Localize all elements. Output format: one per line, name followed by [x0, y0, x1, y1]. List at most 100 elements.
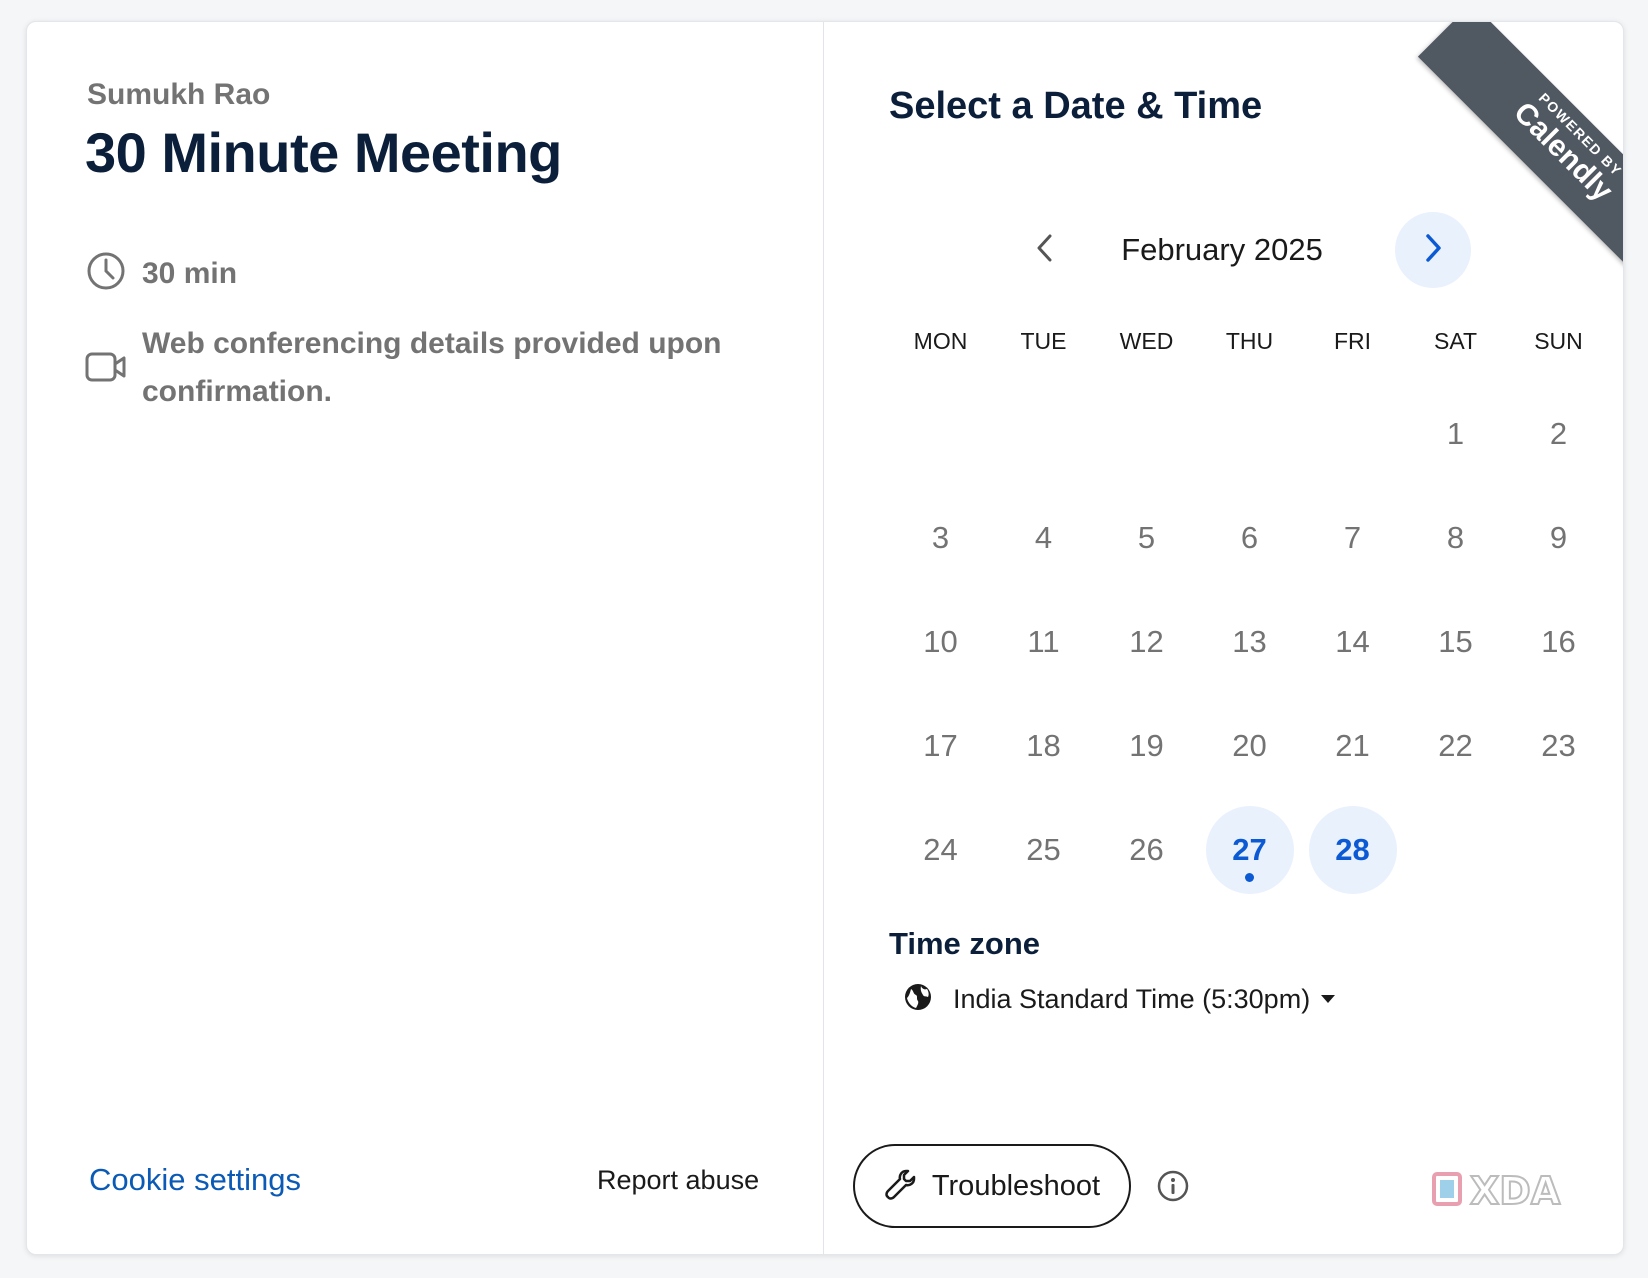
calendar-day: 3 — [889, 486, 992, 590]
calendar-day: 9 — [1507, 486, 1610, 590]
calendar-day-number: 17 — [923, 728, 958, 763]
calendar-empty-cell — [992, 382, 1095, 486]
calendar-day-number: 6 — [1240, 520, 1259, 555]
watermark-text: XDA — [1470, 1169, 1561, 1212]
cookie-settings-link[interactable]: Cookie settings — [89, 1162, 301, 1198]
calendar-day-number: 3 — [931, 520, 950, 555]
timezone-select[interactable]: India Standard Time (5:30pm) — [903, 982, 1336, 1017]
clock-icon — [85, 250, 127, 292]
calendar-day: 19 — [1095, 694, 1198, 798]
video-camera-icon — [85, 346, 127, 388]
weekday-label: FRI — [1333, 328, 1372, 354]
timezone-label: Time zone — [889, 926, 1041, 961]
calendar-day-number: 22 — [1438, 728, 1473, 763]
weekday-header: MON TUE WED THU FRI SAT SUN — [889, 328, 1610, 355]
weekday-label: SAT — [1433, 328, 1478, 354]
info-icon[interactable] — [1157, 1170, 1189, 1207]
calendar-empty-cell — [1301, 382, 1404, 486]
calendar-day: 24 — [889, 798, 992, 902]
calendar-grid: 1 2 3 4 5 6 7 8 9 10 11 12 13 14 15 16 17 18 19 20 21 22 23 24 2… — [889, 382, 1610, 902]
duration-text: 30 min — [142, 257, 238, 290]
timezone-value: India Standard Time (5:30pm) — [953, 984, 1311, 1014]
calendar-day-number: 5 — [1137, 520, 1156, 555]
calendar-day-number: 11 — [1027, 624, 1060, 659]
calendar-day-number: 25 — [1026, 832, 1061, 867]
calendar-day: 16 — [1507, 590, 1610, 694]
page-title: Select a Date & Time — [889, 85, 1263, 127]
globe-icon — [903, 982, 933, 1017]
next-month-button[interactable] — [1395, 212, 1471, 288]
calendar-day: 14 — [1301, 590, 1404, 694]
calendar-day-number: 23 — [1541, 728, 1576, 763]
calendar-day-number: 13 — [1232, 624, 1267, 659]
calendar-day: 17 — [889, 694, 992, 798]
calendar-day: 2 — [1507, 382, 1610, 486]
troubleshoot-label: Troubleshoot — [931, 1169, 1101, 1202]
conferencing-text: Web conferencing details provided upon c… — [142, 327, 722, 408]
calendar-day: 20 — [1198, 694, 1301, 798]
month-navigation: February 2025 — [1017, 212, 1477, 288]
calendar-day: 7 — [1301, 486, 1404, 590]
calendar-day-available[interactable]: 28 — [1301, 798, 1404, 902]
troubleshoot-button[interactable]: Troubleshoot — [853, 1144, 1131, 1228]
calendar-day-number: 8 — [1446, 520, 1465, 555]
panel-divider — [823, 22, 824, 1254]
calendar-day-number: 14 — [1335, 624, 1370, 659]
weekday-label: WED — [1119, 328, 1174, 354]
calendar-day-number: 10 — [923, 624, 958, 659]
calendar-day-number: 4 — [1034, 520, 1053, 555]
calendar-day-number: 28 — [1308, 806, 1397, 894]
calendar-day: 18 — [992, 694, 1095, 798]
conferencing-row: Web conferencing details provided upon c… — [85, 320, 762, 416]
calendar-day-number: 1 — [1446, 416, 1465, 451]
calendar-day: 5 — [1095, 486, 1198, 590]
calendar-day: 8 — [1404, 486, 1507, 590]
calendar-day-number: 24 — [923, 832, 958, 867]
calendar-empty-cell — [889, 382, 992, 486]
calendar-day: 4 — [992, 486, 1095, 590]
wrench-icon — [884, 1167, 918, 1206]
event-title: 30 Minute Meeting — [85, 121, 562, 184]
calendar-day-number: 20 — [1232, 728, 1267, 763]
weekday-label: TUE — [1020, 328, 1067, 354]
calendar-day: 22 — [1404, 694, 1507, 798]
chevron-right-icon — [1422, 233, 1444, 268]
calendar-day: 12 — [1095, 590, 1198, 694]
previous-month-button[interactable] — [1017, 222, 1073, 278]
calendar-day-number: 26 — [1129, 832, 1164, 867]
calendar-day-number: 19 — [1129, 728, 1164, 763]
calendar-day-number: 2 — [1549, 416, 1568, 451]
xda-watermark: XDA — [1432, 1168, 1602, 1214]
duration-row: 30 min — [85, 250, 237, 298]
calendar-day: 15 — [1404, 590, 1507, 694]
calendar-day: 23 — [1507, 694, 1610, 798]
organizer-name: Sumukh Rao — [87, 78, 271, 111]
booking-card: Sumukh Rao 30 Minute Meeting 30 min Web … — [26, 21, 1624, 1255]
calendar-empty-cell — [1095, 382, 1198, 486]
calendar-day: 21 — [1301, 694, 1404, 798]
calendar-day-number: 7 — [1343, 520, 1362, 555]
calendar-empty-cell — [1198, 382, 1301, 486]
weekday-label: MON — [913, 328, 968, 354]
weekday-label: SUN — [1534, 328, 1583, 354]
calendar-day: 6 — [1198, 486, 1301, 590]
month-label: February 2025 — [1121, 232, 1323, 267]
calendar-day: 25 — [992, 798, 1095, 902]
calendar-day-number: 21 — [1335, 728, 1370, 763]
calendar-day: 11 — [992, 590, 1095, 694]
calendar-day: 10 — [889, 590, 992, 694]
calendar-day-number: 9 — [1549, 520, 1568, 555]
calendar-day: 13 — [1198, 590, 1301, 694]
weekday-label: THU — [1225, 328, 1274, 354]
calendar-day-number: 12 — [1129, 624, 1164, 659]
today-indicator-dot — [1245, 873, 1254, 882]
caret-down-icon — [1320, 991, 1336, 1009]
calendar-day-available[interactable]: 27 — [1198, 798, 1301, 902]
calendar-day-number: 18 — [1026, 728, 1061, 763]
chevron-left-icon — [1034, 233, 1056, 268]
report-abuse-link[interactable]: Report abuse — [597, 1165, 759, 1196]
calendar-day: 1 — [1404, 382, 1507, 486]
calendar-day: 26 — [1095, 798, 1198, 902]
calendar-day-number: 16 — [1541, 624, 1576, 659]
calendar-day-number: 15 — [1438, 624, 1473, 659]
